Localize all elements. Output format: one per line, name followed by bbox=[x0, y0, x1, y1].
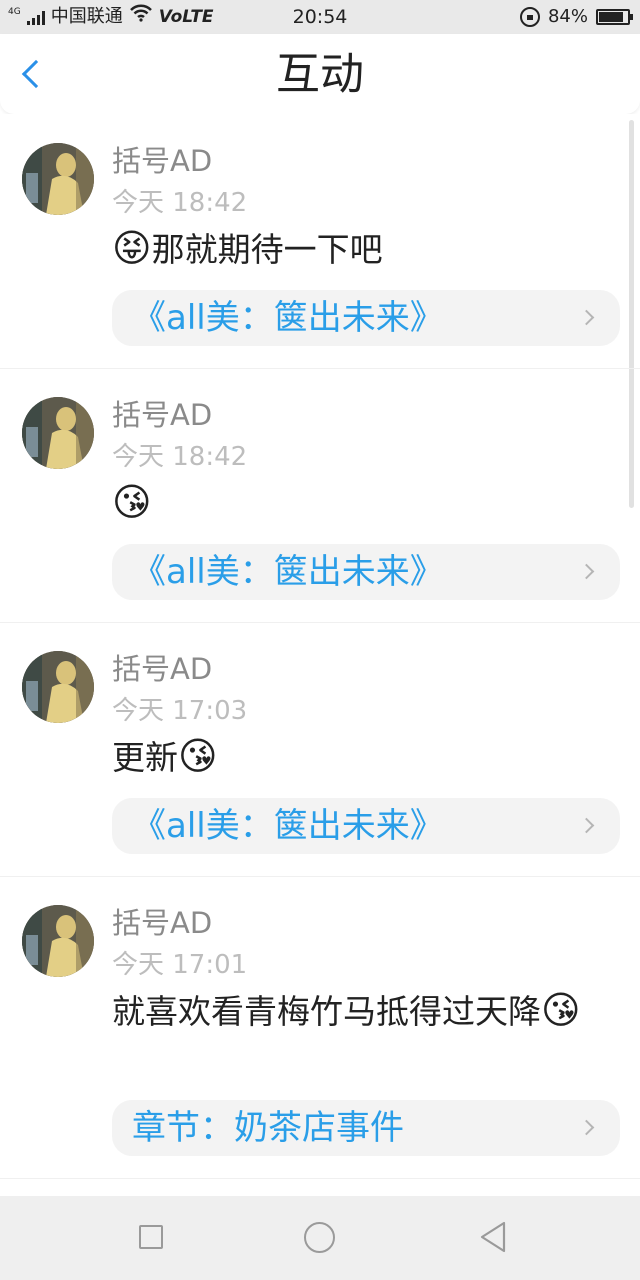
divider bbox=[0, 1178, 640, 1179]
story-reference-label: 《all美：箧出未来》 bbox=[132, 298, 444, 338]
emoji-kiss-icon: 😘 bbox=[112, 480, 152, 524]
circle-icon[interactable] bbox=[304, 1222, 335, 1253]
emoji-kiss-icon: 😘 bbox=[178, 734, 218, 778]
chevron-right-icon bbox=[578, 563, 595, 580]
divider bbox=[0, 368, 640, 369]
rotation-lock-icon bbox=[519, 7, 540, 27]
battery-level bbox=[599, 12, 623, 22]
chapter-reference-button[interactable]: 章节：奶茶店事件 bbox=[112, 1100, 620, 1156]
battery-icon bbox=[596, 9, 633, 25]
app-header: 互动 bbox=[0, 34, 640, 114]
username[interactable]: 括号AD bbox=[112, 651, 212, 687]
system-nav-bar bbox=[0, 1196, 640, 1280]
message-body: 就喜欢看青梅竹马抵得过天降 bbox=[112, 992, 541, 1031]
emoji-kiss-icon: 😘 bbox=[541, 988, 581, 1032]
avatar[interactable] bbox=[22, 143, 94, 215]
username[interactable]: 括号AD bbox=[112, 905, 212, 941]
scrollbar[interactable] bbox=[629, 120, 634, 508]
status-bar: 4G 中国联通 VoLTE 20:54 84% bbox=[0, 0, 640, 34]
message-body: 那就期待一下吧 bbox=[151, 230, 383, 269]
message-text: 就喜欢看青梅竹马抵得过天降😘 bbox=[112, 988, 612, 1034]
emoji-squint-tongue-icon: 😝 bbox=[112, 226, 152, 270]
timestamp: 今天 17:03 bbox=[112, 696, 248, 726]
page-title: 互动 bbox=[276, 49, 364, 100]
timestamp: 今天 18:42 bbox=[112, 188, 248, 218]
chapter-reference-label: 章节：奶茶店事件 bbox=[132, 1108, 404, 1148]
message-text: 😝那就期待一下吧 bbox=[112, 226, 612, 272]
timestamp: 今天 18:42 bbox=[112, 442, 248, 472]
timestamp: 今天 17:01 bbox=[112, 950, 248, 980]
square-icon[interactable] bbox=[139, 1225, 163, 1249]
story-reference-label: 《all美：箧出未来》 bbox=[132, 552, 444, 592]
triangle-back-icon[interactable] bbox=[478, 1220, 508, 1258]
divider bbox=[0, 876, 640, 877]
message-text: 😘 bbox=[112, 480, 612, 526]
chevron-right-icon bbox=[578, 817, 595, 834]
divider bbox=[0, 622, 640, 623]
story-reference-label: 《all美：箧出未来》 bbox=[132, 806, 444, 846]
avatar[interactable] bbox=[22, 651, 94, 723]
chevron-right-icon bbox=[578, 309, 595, 326]
message-body: 更新 bbox=[112, 738, 178, 777]
avatar[interactable] bbox=[22, 397, 94, 469]
story-reference-button[interactable]: 《all美：箧出未来》 bbox=[112, 798, 620, 854]
username[interactable]: 括号AD bbox=[112, 397, 212, 433]
story-reference-button[interactable]: 《all美：箧出未来》 bbox=[112, 544, 620, 600]
message-text: 更新😘 bbox=[112, 734, 612, 780]
battery-percent: 84% bbox=[547, 6, 588, 27]
username[interactable]: 括号AD bbox=[112, 143, 212, 179]
chevron-right-icon bbox=[578, 1119, 595, 1136]
story-reference-button[interactable]: 《all美：箧出未来》 bbox=[112, 290, 620, 346]
avatar[interactable] bbox=[22, 905, 94, 977]
